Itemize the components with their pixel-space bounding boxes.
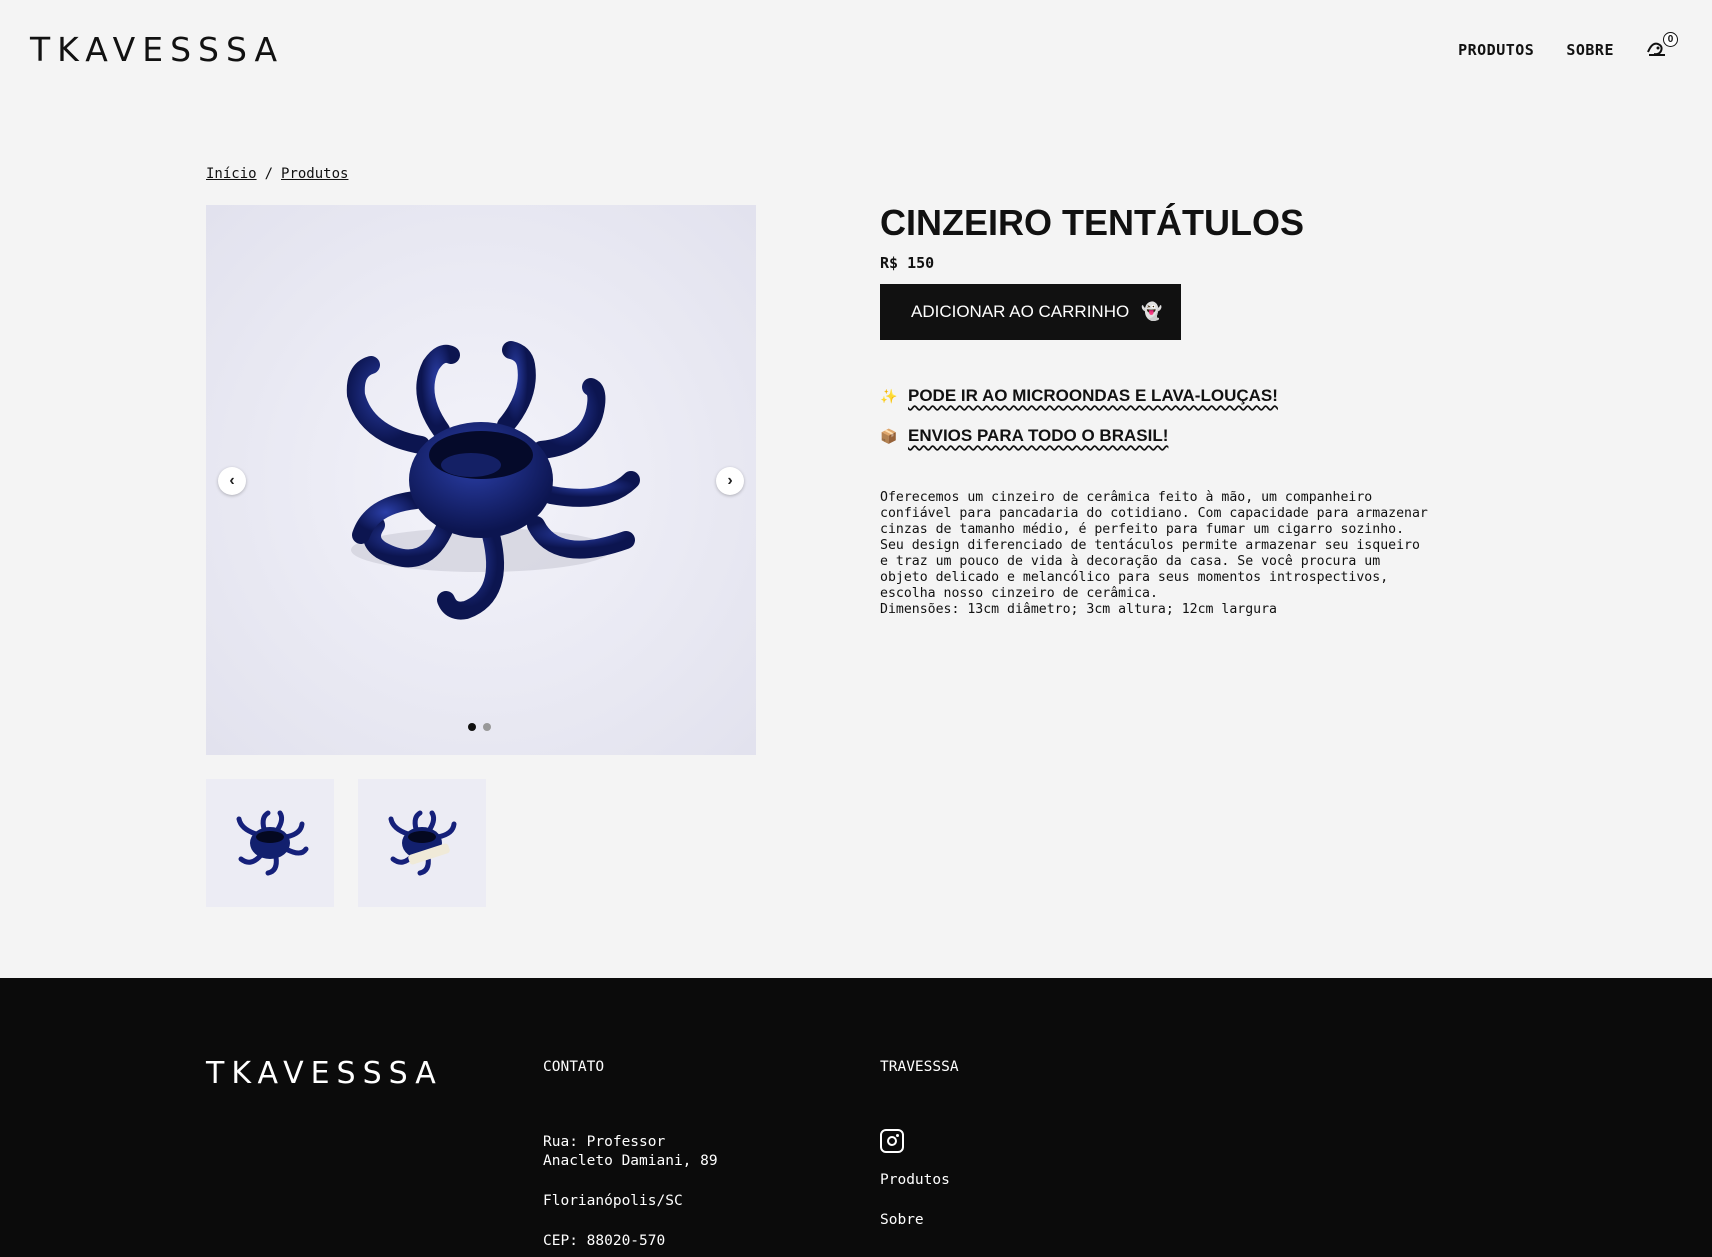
instagram-icon[interactable] [880,1129,904,1153]
product-image [206,205,756,755]
breadcrumb-produtos[interactable]: Produtos [281,166,348,182]
address-cep: CEP: 88020-570 [543,1233,666,1249]
chevron-left-icon: ‹ [229,472,235,489]
site-header: TKAVESSSA PRODUTOS SOBRE 0 [0,0,1712,100]
product-price: R$ 150 [880,254,935,272]
carousel-prev-button[interactable]: ‹ [218,467,246,495]
site-logo[interactable]: TKAVESSSA [30,30,284,69]
footer-logo: TKAVESSSA [206,1056,443,1091]
product-image-carousel[interactable]: ‹ › [206,205,756,755]
thumbnail-strip [206,779,486,907]
product-description: Oferecemos um cinzeiro de cerâmica feito… [880,490,1428,617]
main-nav: PRODUTOS SOBRE 0 [1458,32,1678,62]
nav-sobre[interactable]: SOBRE [1566,41,1614,59]
add-to-cart-button[interactable]: ADICIONAR AO CARRINHO 👻 [880,284,1181,340]
carousel-dots [468,723,491,731]
footer-link-produtos[interactable]: Produtos [880,1171,959,1190]
feature-shipping: 📦 ENVIOS PARA TODO O BRASIL! [880,426,1500,446]
footer-brand-heading: TRAVESSSA [880,1059,959,1075]
product-title: CINZEIRO TENTÁTULOS [880,202,1304,243]
cart-button[interactable]: 0 [1646,32,1678,62]
carousel-dot-2[interactable] [483,723,491,731]
breadcrumb-separator: / [264,166,274,182]
breadcrumb-home[interactable]: Início [206,166,257,182]
product-features: ✨ PODE IR AO MICROONDAS E LAVA-LOUÇAS! 📦… [880,386,1500,446]
feature-microwave: ✨ PODE IR AO MICROONDAS E LAVA-LOUÇAS! [880,386,1500,406]
thumbnail-image [358,779,486,907]
product-info: CINZEIRO TENTÁTULOS R$ 150 ADICIONAR AO … [880,200,1500,618]
feature-label[interactable]: ENVIOS PARA TODO O BRASIL! [908,426,1168,446]
footer-contact-heading: CONTATO [543,1059,605,1075]
nav-produtos[interactable]: PRODUTOS [1458,41,1534,59]
package-icon: 📦 [880,427,898,444]
thumbnail-1[interactable] [206,779,334,907]
chevron-right-icon: › [727,472,733,489]
footer-brand: TRAVESSSA Produtos Sobre [880,1058,959,1230]
carousel-next-button[interactable]: › [716,467,744,495]
sparkle-icon: ✨ [880,387,898,404]
thumbnail-image [206,779,334,907]
site-footer: TKAVESSSA CONTATO Rua: Professor Anaclet… [0,978,1712,1257]
address-line-1: Rua: Professor [543,1134,666,1150]
footer-contact: CONTATO Rua: Professor Anacleto Damiani,… [543,1058,718,1251]
thumbnail-2[interactable] [358,779,486,907]
add-to-cart-label: ADICIONAR AO CARRINHO [911,302,1130,321]
footer-link-sobre[interactable]: Sobre [880,1211,959,1230]
address-line-2: Anacleto Damiani, 89 [543,1153,718,1169]
cart-count-badge: 0 [1663,32,1678,47]
feature-label[interactable]: PODE IR AO MICROONDAS E LAVA-LOUÇAS! [908,386,1278,406]
ghost-icon: 👻 [1141,302,1163,321]
address-city: Florianópolis/SC [543,1193,683,1209]
breadcrumb: Início / Produtos [206,166,348,182]
carousel-dot-1[interactable] [468,723,476,731]
